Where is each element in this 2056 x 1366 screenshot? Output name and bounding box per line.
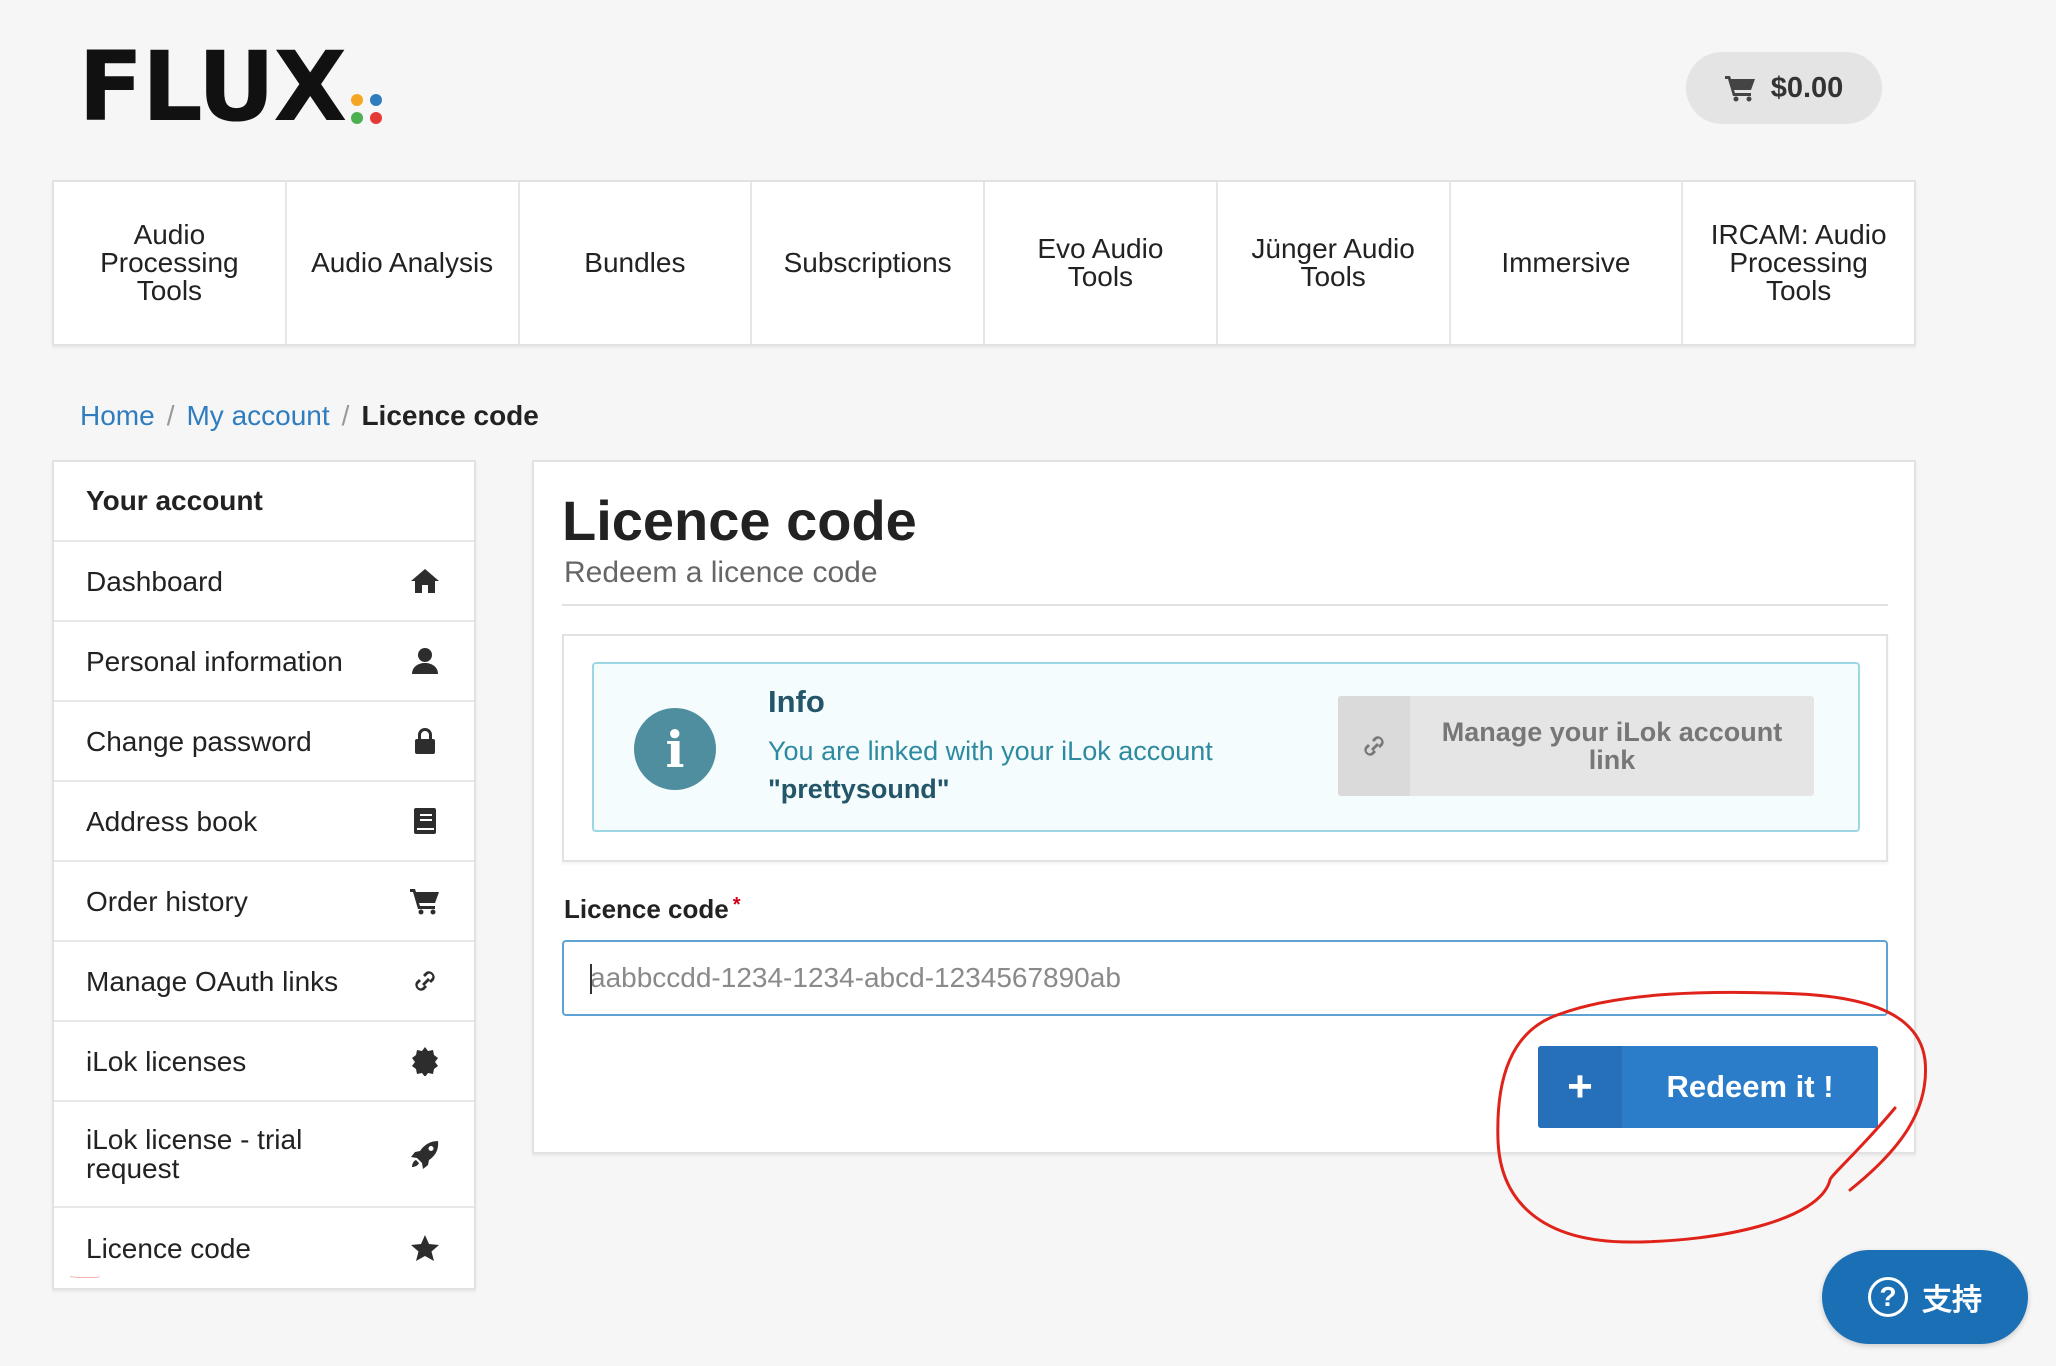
redeem-button-label: Redeem it ! <box>1666 1069 1834 1104</box>
plus-icon: + <box>1538 1046 1622 1128</box>
info-heading: Info <box>768 684 825 719</box>
manage-ilok-link-button[interactable]: Manage your iLok account link <box>1338 696 1814 796</box>
redeem-button[interactable]: + Redeem it ! <box>1538 1046 1878 1128</box>
ilok-button-icon-wrap <box>1338 696 1410 796</box>
breadcrumb-current: Licence code <box>361 400 539 431</box>
sidebar-item-label: Change password <box>86 725 312 757</box>
user-icon <box>412 648 438 674</box>
nav-item-junger-audio-tools[interactable]: Jünger Audio Tools <box>1218 182 1451 344</box>
info-message-text: You are linked with your iLok account <box>768 736 1213 766</box>
nav-item-audio-processing-tools[interactable]: Audio Processing Tools <box>54 182 287 344</box>
support-button[interactable]: ? 支持 <box>1822 1250 2028 1344</box>
cart-icon <box>1724 76 1755 102</box>
sidebar-item-label: iLok licenses <box>86 1045 247 1077</box>
help-icon: ? <box>1868 1277 1908 1317</box>
sidebar-item-change-password[interactable]: Change password <box>54 702 474 782</box>
sidebar-item-order-history[interactable]: Order history <box>54 862 474 942</box>
sidebar-item-label: Licence code <box>86 1232 252 1264</box>
home-icon <box>411 569 439 593</box>
text-cursor <box>590 964 592 994</box>
cart-button[interactable]: $0.00 <box>1686 52 1882 124</box>
sidebar-item-label: Manage OAuth links <box>86 965 339 997</box>
page-title: Licence code <box>562 489 917 552</box>
lock-icon <box>415 728 435 754</box>
sidebar-item-label: iLok license - trial request <box>86 1124 303 1184</box>
breadcrumb-separator: / <box>166 400 175 431</box>
licence-code-card: Licence code Redeem a licence code i Inf… <box>532 460 1916 1154</box>
page-subtitle: Redeem a licence code <box>564 556 878 589</box>
breadcrumb-my-account[interactable]: My account <box>186 400 329 432</box>
logo-text: FLUX <box>78 31 347 143</box>
sidebar-item-dashboard[interactable]: Dashboard <box>54 542 474 622</box>
link-icon <box>415 971 435 991</box>
sidebar-item-ilok-trial-request[interactable]: iLok license - trial request <box>54 1102 474 1208</box>
divider <box>562 604 1888 606</box>
nav-item-bundles[interactable]: Bundles <box>520 182 753 344</box>
sidebar-item-label: Address book <box>86 805 258 837</box>
link-icon <box>1364 736 1384 756</box>
sidebar-item-licence-code[interactable]: Licence code <box>54 1208 474 1288</box>
logo-dot <box>370 112 383 124</box>
breadcrumb: Home / My account / Licence code <box>80 400 539 432</box>
sidebar-item-manage-oauth-links[interactable]: Manage OAuth links <box>54 942 474 1022</box>
nav-item-audio-analysis[interactable]: Audio Analysis <box>287 182 520 344</box>
book-icon <box>414 808 436 834</box>
logo-dot <box>351 94 364 106</box>
sidebar-item-label: Dashboard <box>86 565 223 597</box>
breadcrumb-separator: / <box>341 400 350 431</box>
star-icon <box>411 1235 439 1261</box>
flux-logo[interactable]: FLUX <box>78 31 383 143</box>
nav-item-evo-audio-tools[interactable]: Evo Audio Tools <box>985 182 1218 344</box>
sidebar-item-address-book[interactable]: Address book <box>54 782 474 862</box>
sidebar-item-personal-information[interactable]: Personal information <box>54 622 474 702</box>
licence-code-input[interactable] <box>562 940 1888 1016</box>
breadcrumb-home[interactable]: Home <box>80 400 155 432</box>
info-panel: i Info You are linked with your iLok acc… <box>562 634 1888 862</box>
account-sidebar: Your account Dashboard Personal informat… <box>52 460 476 1290</box>
logo-dots <box>351 94 383 124</box>
red-underline-annotation <box>70 1276 100 1278</box>
nav-item-ircam-tools[interactable]: IRCAM: Audio Processing Tools <box>1683 182 1914 344</box>
sidebar-item-ilok-licenses[interactable]: iLok licenses <box>54 1022 474 1102</box>
sidebar-item-label: Order history <box>86 885 248 917</box>
info-alert: i Info You are linked with your iLok acc… <box>592 662 1860 832</box>
logo-dot <box>351 112 364 124</box>
sidebar-title: Your account <box>54 462 474 542</box>
required-marker: * <box>732 894 741 916</box>
badge-icon <box>412 1047 438 1076</box>
support-label: 支持 <box>1922 1284 1982 1317</box>
sidebar-item-label: Personal information <box>86 645 343 677</box>
nav-item-immersive[interactable]: Immersive <box>1451 182 1684 344</box>
info-icon: i <box>634 708 716 790</box>
licence-code-label-text: Licence code <box>564 894 729 924</box>
logo-dot <box>370 94 383 106</box>
licence-code-label: Licence code * <box>564 894 741 925</box>
cart-total: $0.00 <box>1770 71 1844 104</box>
ilok-username: "prettysound" <box>768 774 950 804</box>
manage-ilok-link-label: Manage your iLok account link <box>1441 717 1783 775</box>
cart-icon <box>410 889 439 915</box>
rocket-icon <box>411 1141 439 1169</box>
info-message: You are linked with your iLok account "p… <box>768 732 1213 808</box>
main-nav: Audio Processing Tools Audio Analysis Bu… <box>52 180 1916 346</box>
nav-item-subscriptions[interactable]: Subscriptions <box>752 182 985 344</box>
